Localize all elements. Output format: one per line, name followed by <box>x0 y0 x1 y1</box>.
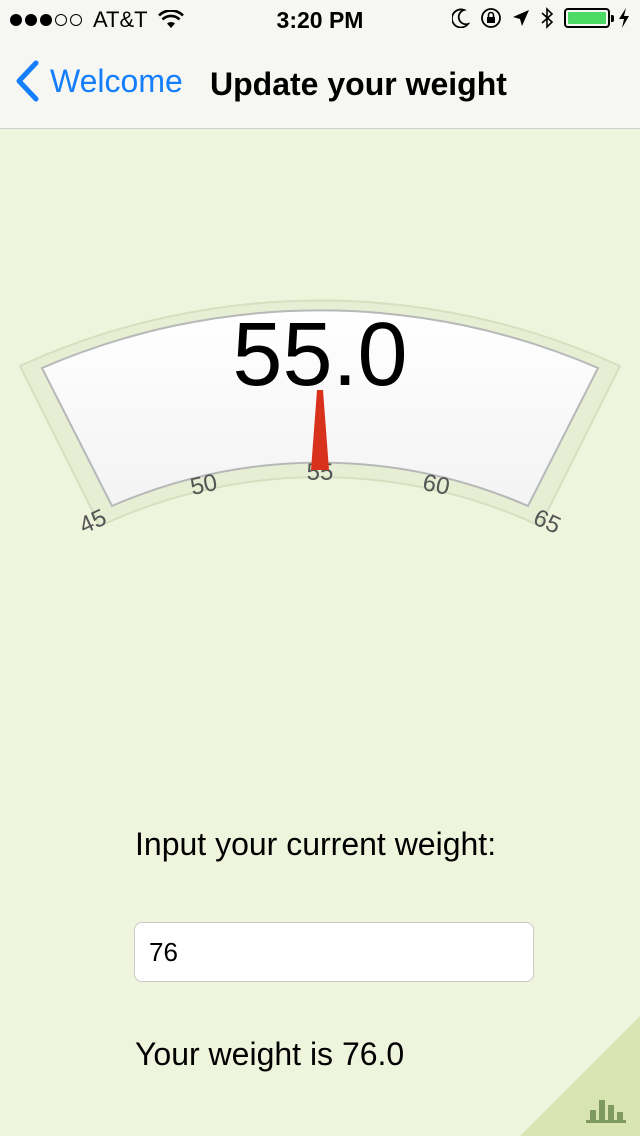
major-tick <box>425 503 434 506</box>
major-tick <box>206 503 215 506</box>
back-button[interactable]: Welcome <box>14 60 183 102</box>
minor-tick <box>81 549 88 560</box>
tick-label: 60 <box>420 469 452 501</box>
weight-prompt-label: Input your current weight: <box>135 826 497 862</box>
scale-reading: 55.0 <box>232 305 407 405</box>
minor-tick <box>340 492 344 506</box>
chevron-left-icon <box>16 60 39 102</box>
page-title: Update your weight <box>210 66 507 102</box>
minor-tick <box>143 523 148 538</box>
minor-tick <box>229 499 234 506</box>
major-tick <box>101 540 111 560</box>
minor-tick <box>273 493 278 506</box>
minor-tick <box>186 509 190 524</box>
minor-tick <box>251 496 256 506</box>
charging-bolt-icon <box>619 8 629 28</box>
moon-icon <box>452 8 470 28</box>
minor-tick <box>512 531 518 546</box>
status-right <box>442 7 630 29</box>
navigation-bar: Welcome Update your weight <box>0 40 640 129</box>
minor-tick <box>362 493 367 506</box>
minor-tick <box>492 523 497 538</box>
bluetooth-icon <box>541 7 554 29</box>
minor-tick <box>122 531 128 546</box>
weight-result-text: Your weight is 76.0 <box>135 1036 405 1072</box>
minor-tick <box>552 549 559 560</box>
battery-icon <box>564 8 614 28</box>
back-button-label: Welcome <box>50 62 183 99</box>
minor-tick <box>164 515 169 530</box>
weight-scale-gauge: 4550 55 6065 55.0 <box>18 299 622 560</box>
minor-tick <box>471 515 476 530</box>
minor-tick <box>450 509 454 524</box>
location-arrow-icon <box>513 10 529 26</box>
tick-label: 50 <box>188 469 220 501</box>
rotation-lock-icon <box>481 8 501 28</box>
chart-button[interactable] <box>520 1016 640 1136</box>
status-bar: AT&T 3:20 PM <box>0 0 640 40</box>
weight-input[interactable] <box>134 922 534 982</box>
minor-tick <box>384 496 389 506</box>
major-tick <box>529 540 539 560</box>
minor-tick <box>296 492 300 506</box>
minor-tick <box>406 499 411 506</box>
